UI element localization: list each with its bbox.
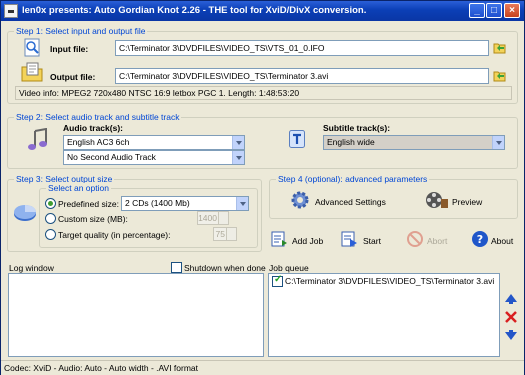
start-button[interactable]: Start: [363, 236, 381, 246]
chevron-down-icon[interactable]: [232, 151, 244, 164]
chevron-down-icon[interactable]: [492, 136, 504, 149]
output-file-field[interactable]: C:\Terminator 3\DVDFILES\VIDEO_TS\Termin…: [115, 68, 489, 84]
input-file-label: Input file:: [50, 44, 89, 54]
subtitle-track-select[interactable]: English wide: [323, 135, 505, 150]
custom-size-radio[interactable]: [45, 213, 56, 224]
job-queue-label: Job queue: [269, 263, 309, 273]
chevron-down-icon[interactable]: [236, 197, 248, 210]
input-file-field[interactable]: C:\Terminator 3\DVDFILES\VIDEO_TS\VTS_01…: [115, 40, 489, 56]
audio-track-2-value: No Second Audio Track: [67, 152, 156, 162]
main-window: len0x presents: Auto Gordian Knot 2.26 -…: [0, 0, 525, 375]
move-up-icon[interactable]: [504, 293, 518, 305]
title-bar[interactable]: len0x presents: Auto Gordian Knot 2.26 -…: [1, 1, 524, 21]
predefined-size-label: Predefined size:: [58, 199, 119, 209]
custom-size-label: Custom size (MB):: [58, 214, 128, 224]
audio-track-2-select[interactable]: No Second Audio Track: [63, 150, 245, 165]
log-window[interactable]: [8, 273, 264, 357]
remove-job-icon[interactable]: [504, 311, 518, 323]
predefined-size-value: 2 CDs (1400 Mb): [125, 198, 190, 208]
abort-button[interactable]: Abort: [427, 236, 447, 246]
input-file-icon: [22, 37, 42, 57]
subtitle-track-value: English wide: [327, 137, 375, 147]
app-icon[interactable]: [4, 4, 18, 18]
select-option-legend: Select an option: [46, 183, 111, 193]
shutdown-checkbox[interactable]: [171, 262, 182, 273]
step2-legend: Step 2: Select audio track and subtitle …: [14, 112, 182, 122]
preview-button[interactable]: Preview: [452, 197, 482, 207]
close-button[interactable]: ×: [504, 3, 520, 18]
status-bar: Codec: XviD - Audio: Auto - Auto width -…: [1, 360, 524, 375]
output-file-icon: [21, 62, 43, 82]
status-text: Codec: XviD - Audio: Auto - Auto width -…: [4, 363, 199, 373]
subtitle-tracks-label: Subtitle track(s):: [323, 123, 391, 133]
add-job-button[interactable]: Add Job: [292, 236, 323, 246]
target-quality-spinner[interactable]: 75: [213, 227, 237, 241]
audio-track-1-select[interactable]: English AC3 6ch: [63, 135, 245, 150]
minimize-button[interactable]: _: [469, 3, 485, 18]
help-icon[interactable]: ?: [471, 230, 489, 248]
about-button[interactable]: About: [491, 236, 513, 246]
predefined-size-radio[interactable]: [45, 198, 56, 209]
film-reel-icon[interactable]: [425, 189, 449, 211]
job-queue-item[interactable]: C:\Terminator 3\DVDFILES\VIDEO_TS\Termin…: [285, 276, 494, 286]
maximize-button[interactable]: □: [486, 3, 502, 18]
move-down-icon[interactable]: [504, 329, 518, 341]
step1-legend: Step 1: Select input and output file: [14, 26, 148, 36]
job-queue-list[interactable]: C:\Terminator 3\DVDFILES\VIDEO_TS\Termin…: [268, 273, 500, 357]
abort-icon[interactable]: [406, 230, 424, 248]
chevron-down-icon[interactable]: [232, 136, 244, 149]
target-quality-radio[interactable]: [45, 229, 56, 240]
step4-legend: Step 4 (optional): advanced parameters: [276, 174, 430, 184]
window-title: len0x presents: Auto Gordian Knot 2.26 -…: [22, 5, 367, 16]
video-info-bar: Video info: MPEG2 720x480 NTSC 16:9 letb…: [15, 86, 512, 100]
pie-chart-icon: [13, 204, 37, 222]
add-job-icon[interactable]: [271, 230, 289, 248]
subtitle-text-icon: [289, 130, 305, 148]
advanced-settings-button[interactable]: Advanced Settings: [315, 197, 386, 207]
audio-track-1-value: English AC3 6ch: [67, 137, 130, 147]
open-input-folder-icon[interactable]: [493, 41, 507, 54]
predefined-size-select[interactable]: 2 CDs (1400 Mb): [121, 196, 249, 211]
gears-icon[interactable]: [289, 189, 311, 211]
video-info-text: Video info: MPEG2 720x480 NTSC 16:9 letb…: [19, 88, 300, 98]
open-output-folder-icon[interactable]: [493, 69, 507, 82]
shutdown-label: Shutdown when done: [184, 263, 266, 273]
svg-text:?: ?: [477, 233, 483, 246]
target-quality-label: Target quality (in percentage):: [58, 230, 171, 240]
job-queue-item-checkbox[interactable]: [272, 274, 283, 287]
start-icon[interactable]: [341, 230, 359, 248]
output-file-label: Output file:: [50, 72, 96, 82]
custom-size-spinner[interactable]: 1400: [197, 211, 229, 225]
log-window-label: Log window: [9, 263, 54, 273]
music-notes-icon: [27, 127, 49, 152]
audio-tracks-label: Audio track(s):: [63, 123, 123, 133]
